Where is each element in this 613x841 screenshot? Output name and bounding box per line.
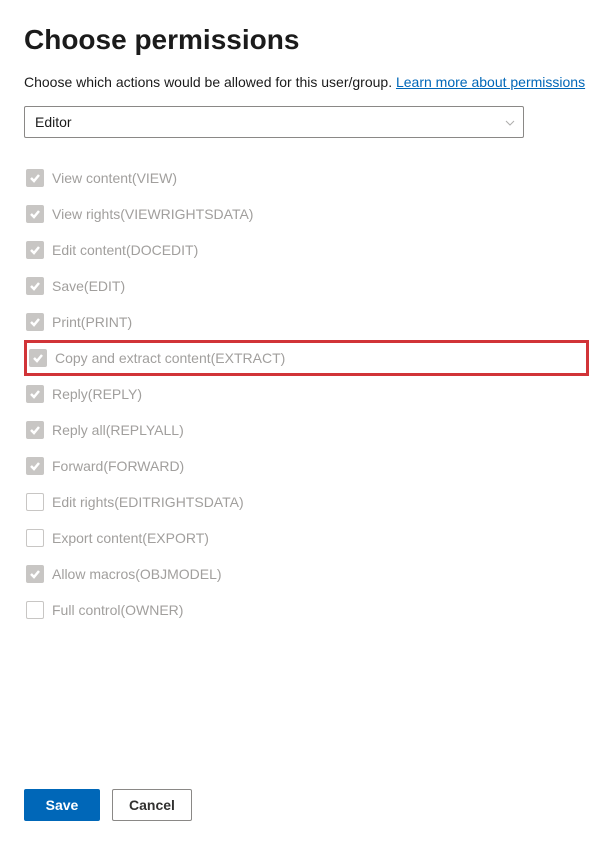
perm-reply-all-label: Reply all(REPLYALL)	[52, 422, 184, 438]
perm-view-label: View content(VIEW)	[52, 170, 177, 186]
perm-reply-all: Reply all(REPLYALL)	[24, 412, 589, 448]
perm-reply-label: Reply(REPLY)	[52, 386, 142, 402]
perm-reply-checkbox[interactable]	[26, 385, 44, 403]
perm-edit-rights-checkbox[interactable]	[26, 493, 44, 511]
perm-print: Print(PRINT)	[24, 304, 589, 340]
perm-extract: Copy and extract content(EXTRACT)	[24, 340, 589, 376]
perm-full-control-label: Full control(OWNER)	[52, 602, 183, 618]
perm-view-rights: View rights(VIEWRIGHTSDATA)	[24, 196, 589, 232]
subtitle-text: Choose which actions would be allowed fo…	[24, 74, 396, 90]
perm-reply-all-checkbox[interactable]	[26, 421, 44, 439]
perm-edit-content-label: Edit content(DOCEDIT)	[52, 242, 198, 258]
perm-export: Export content(EXPORT)	[24, 520, 589, 556]
perm-view-checkbox[interactable]	[26, 169, 44, 187]
perm-forward-label: Forward(FORWARD)	[52, 458, 184, 474]
role-select[interactable]	[24, 106, 524, 138]
perm-forward-checkbox[interactable]	[26, 457, 44, 475]
role-select-input[interactable]	[24, 106, 524, 138]
perm-save-checkbox[interactable]	[26, 277, 44, 295]
perm-print-label: Print(PRINT)	[52, 314, 132, 330]
permissions-list: View content(VIEW) View rights(VIEWRIGHTS…	[24, 160, 589, 628]
perm-macros: Allow macros(OBJMODEL)	[24, 556, 589, 592]
perm-save-label: Save(EDIT)	[52, 278, 125, 294]
page-subtitle: Choose which actions would be allowed fo…	[24, 74, 589, 90]
perm-forward: Forward(FORWARD)	[24, 448, 589, 484]
perm-edit-content-checkbox[interactable]	[26, 241, 44, 259]
perm-reply: Reply(REPLY)	[24, 376, 589, 412]
page-title: Choose permissions	[24, 24, 589, 56]
perm-macros-checkbox[interactable]	[26, 565, 44, 583]
perm-print-checkbox[interactable]	[26, 313, 44, 331]
footer-actions: Save Cancel	[24, 789, 192, 821]
perm-extract-checkbox[interactable]	[29, 349, 47, 367]
perm-view-rights-checkbox[interactable]	[26, 205, 44, 223]
learn-more-link[interactable]: Learn more about permissions	[396, 74, 585, 90]
cancel-button[interactable]: Cancel	[112, 789, 192, 821]
perm-view: View content(VIEW)	[24, 160, 589, 196]
perm-export-label: Export content(EXPORT)	[52, 530, 209, 546]
perm-edit-content: Edit content(DOCEDIT)	[24, 232, 589, 268]
save-button[interactable]: Save	[24, 789, 100, 821]
perm-extract-label: Copy and extract content(EXTRACT)	[55, 350, 285, 366]
perm-export-checkbox[interactable]	[26, 529, 44, 547]
perm-view-rights-label: View rights(VIEWRIGHTSDATA)	[52, 206, 253, 222]
perm-macros-label: Allow macros(OBJMODEL)	[52, 566, 222, 582]
perm-edit-rights-label: Edit rights(EDITRIGHTSDATA)	[52, 494, 244, 510]
perm-save: Save(EDIT)	[24, 268, 589, 304]
perm-full-control-checkbox[interactable]	[26, 601, 44, 619]
perm-edit-rights: Edit rights(EDITRIGHTSDATA)	[24, 484, 589, 520]
perm-full-control: Full control(OWNER)	[24, 592, 589, 628]
